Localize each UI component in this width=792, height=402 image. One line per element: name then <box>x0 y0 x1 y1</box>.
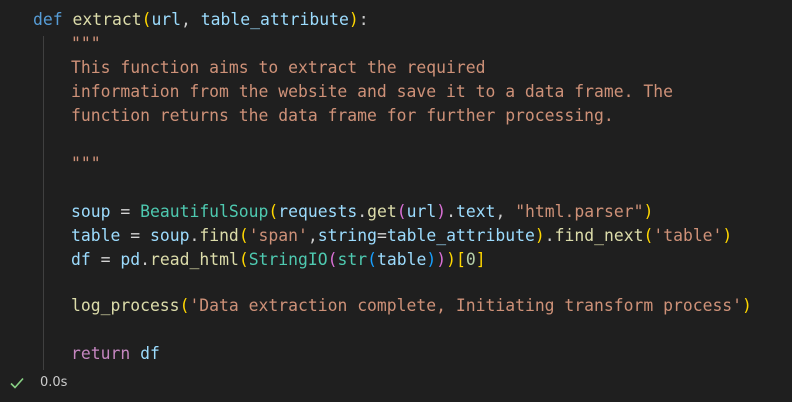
code-line-df: df = pd.read_html(StringIO(str(table)))[… <box>71 250 486 269</box>
var-table: table <box>71 226 121 245</box>
code-line-log: log_process('Data extraction complete, I… <box>71 296 752 315</box>
keyword-return: return <box>71 344 131 363</box>
code-line-table: table = soup.find('span',string=table_at… <box>71 226 733 245</box>
keyword-def: def <box>33 10 63 29</box>
indent-guide <box>43 36 44 370</box>
kwarg-string: string <box>317 226 377 245</box>
class-beautifulsoup: BeautifulSoup <box>140 202 269 221</box>
docstring-open: """ <box>71 34 101 53</box>
arg-table-attribute: table_attribute <box>386 226 535 245</box>
module-requests: requests <box>278 202 358 221</box>
str-log-message: 'Data extraction complete, Initiating tr… <box>189 296 743 315</box>
class-str: str <box>337 250 368 269</box>
fn-find: find <box>199 226 239 245</box>
param-table-attribute: table_attribute <box>200 10 349 29</box>
fn-read-html: read_html <box>150 250 239 269</box>
var-df: df <box>71 250 91 269</box>
code-editor[interactable]: def extract(url, table_attribute): """ T… <box>0 0 792 370</box>
docstring-line-1: This function aims to extract the requir… <box>71 58 486 77</box>
module-pd: pd <box>120 250 141 269</box>
docstring-close: """ <box>71 154 101 173</box>
param-url: url <box>151 10 182 29</box>
code-line-soup: soup = BeautifulSoup(requests.get(url).t… <box>71 202 654 221</box>
docstring-line-2: information from the website and save it… <box>71 82 673 101</box>
str-html-parser: "html.parser" <box>515 202 644 221</box>
str-table: 'table' <box>653 226 723 245</box>
docstring-line-3: function returns the data frame for furt… <box>71 106 614 125</box>
fn-log-process: log_process <box>71 296 180 315</box>
var-soup: soup <box>71 202 111 221</box>
str-span: 'span' <box>248 226 308 245</box>
check-icon <box>10 377 24 389</box>
code-line-return: return df <box>71 342 160 366</box>
cell-status-bar: 0.0s <box>0 370 792 402</box>
attr-text: text <box>455 202 496 221</box>
fn-find-next: find_next <box>554 226 644 245</box>
notebook-cell[interactable]: def extract(url, table_attribute): """ T… <box>0 0 792 402</box>
code-line-def: def extract(url, table_attribute): <box>33 10 369 29</box>
return-df: df <box>140 344 160 363</box>
execution-time: 0.0s <box>40 375 68 390</box>
num-zero: 0 <box>465 250 476 269</box>
ref-table: table <box>377 250 427 269</box>
ref-soup: soup <box>149 226 190 245</box>
arg-url: url <box>406 202 437 221</box>
function-name: extract <box>72 10 142 29</box>
fn-get: get <box>367 202 397 221</box>
class-stringio: StringIO <box>248 250 328 269</box>
